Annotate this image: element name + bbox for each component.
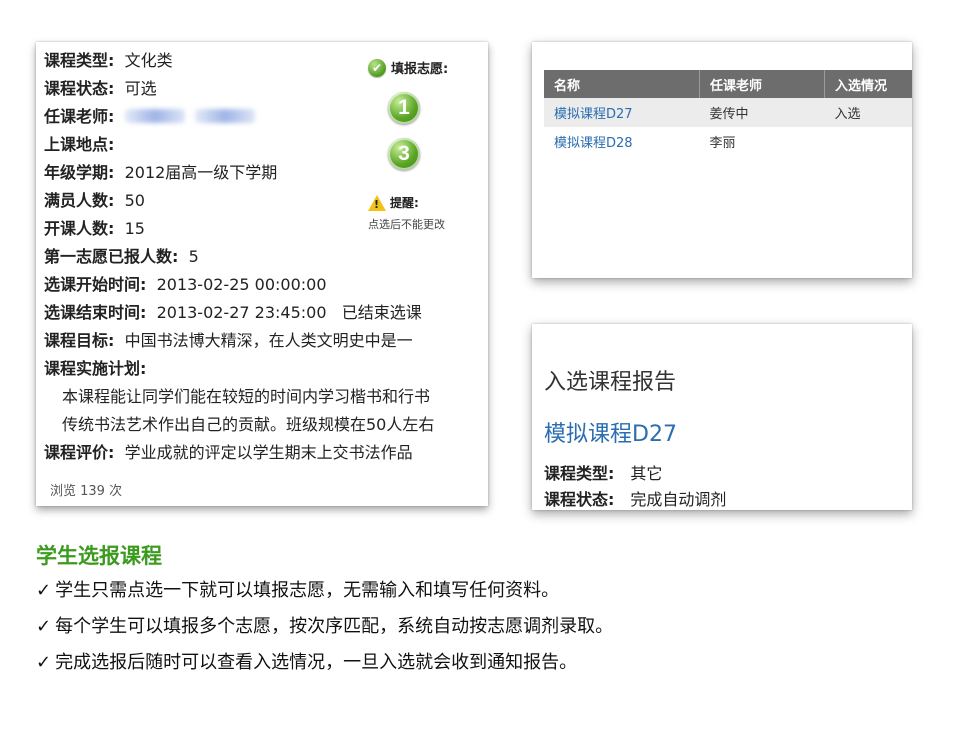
feature-item: ✓ 学生只需点选一下就可以填报志愿，无需输入和填写任何资料。 <box>36 580 560 601</box>
field-course-goal: 课程目标: 中国书法博大精深，在人类文明史中是一 <box>44 331 413 350</box>
checkmark-icon: ✓ <box>36 580 52 601</box>
report-heading: 入选课程报告 <box>544 370 677 395</box>
feature-item: ✓ 每个学生可以填报多个志愿，按次序匹配，系统自动按志愿调剂录取。 <box>36 616 614 637</box>
view-count: 浏览 139 次 <box>50 484 123 499</box>
plan-text-line: 传统书法艺术作出自己的贡献。班级规模在50人左右 <box>62 415 435 434</box>
cell-name: 模拟课程D28 <box>544 127 700 156</box>
report-course-name[interactable]: 模拟课程D27 <box>544 416 677 448</box>
field-course-type: 课程类型: 文化类 <box>44 51 173 70</box>
column-header-status[interactable]: 入选情况 <box>824 70 912 98</box>
choice-button-1[interactable]: 1 <box>388 92 420 124</box>
feature-item: ✓ 完成选报后随时可以查看入选情况，一旦入选就会收到通知报告。 <box>36 652 578 673</box>
cell-name: 模拟课程D27 <box>544 98 700 127</box>
checkmark-icon: ✓ <box>36 652 52 673</box>
section-title: 学生选报课程 <box>36 544 162 568</box>
field-max-capacity: 满员人数: 50 <box>44 191 145 210</box>
blurred-teacher-name <box>194 109 255 123</box>
field-first-choice-count: 第一志愿已报人数: 5 <box>44 247 199 266</box>
cell-teacher: 姜传中 <box>699 98 825 127</box>
field-start-time: 选课开始时间: 2013-02-25 00:00:00 <box>44 275 327 294</box>
fill-choice-label: ✔ 填报志愿: <box>368 58 448 77</box>
field-course-evaluation: 课程评价: 学业成就的评定以学生期末上交书法作品 <box>44 443 413 462</box>
field-grade-term: 年级学期: 2012届高一级下学期 <box>44 163 278 182</box>
table-row: 模拟课程D28 李丽 <box>544 127 912 156</box>
field-implementation-plan: 课程实施计划: <box>44 359 147 378</box>
course-detail-panel: 课程类型: 文化类 课程状态: 可选 任课老师: 上课地点: 年级学期: 201… <box>36 42 488 506</box>
enrollment-table: 名称 任课老师 入选情况 模拟课程D27 姜传中 入选 模拟课程D28 李丽 <box>544 70 912 156</box>
table-header-row: 名称 任课老师 入选情况 <box>544 70 912 98</box>
check-icon: ✔ <box>368 58 386 77</box>
table-row: 模拟课程D27 姜传中 入选 <box>544 98 912 127</box>
cell-status <box>825 127 913 156</box>
warning-label: ! 提醒: <box>368 194 419 211</box>
course-link[interactable]: 模拟课程D27 <box>554 107 633 122</box>
field-course-status: 课程状态: 可选 <box>44 79 157 98</box>
column-header-teacher[interactable]: 任课老师 <box>699 70 825 98</box>
warning-text: 点选后不能更改 <box>368 218 445 231</box>
field-min-enrollment: 开课人数: 15 <box>44 219 145 238</box>
enrollment-table-panel: 名称 任课老师 入选情况 模拟课程D27 姜传中 入选 模拟课程D28 李丽 <box>532 42 912 278</box>
blurred-teacher-name <box>124 109 185 123</box>
field-location: 上课地点: <box>44 135 115 154</box>
course-link[interactable]: 模拟课程D28 <box>554 136 633 151</box>
warning-icon: ! <box>368 194 386 211</box>
choice-button-3[interactable]: 3 <box>388 138 420 170</box>
cell-status: 入选 <box>824 98 912 127</box>
column-header-name[interactable]: 名称 <box>544 70 700 98</box>
selection-report-panel: 入选课程报告 模拟课程D27 课程类型: 其它 课程状态: 完成自动调剂 <box>532 324 912 510</box>
field-teacher: 任课老师: <box>44 106 265 128</box>
cell-teacher: 李丽 <box>709 136 736 151</box>
checkmark-icon: ✓ <box>36 616 52 637</box>
field-end-time: 选课结束时间: 2013-02-27 23:45:00 已结束选课 <box>44 303 422 322</box>
report-field-type: 课程类型: 其它 <box>544 464 663 483</box>
plan-text-line: 本课程能让同学们能在较短的时间内学习楷书和行书 <box>62 387 431 406</box>
report-field-status: 课程状态: 完成自动调剂 <box>544 490 727 509</box>
